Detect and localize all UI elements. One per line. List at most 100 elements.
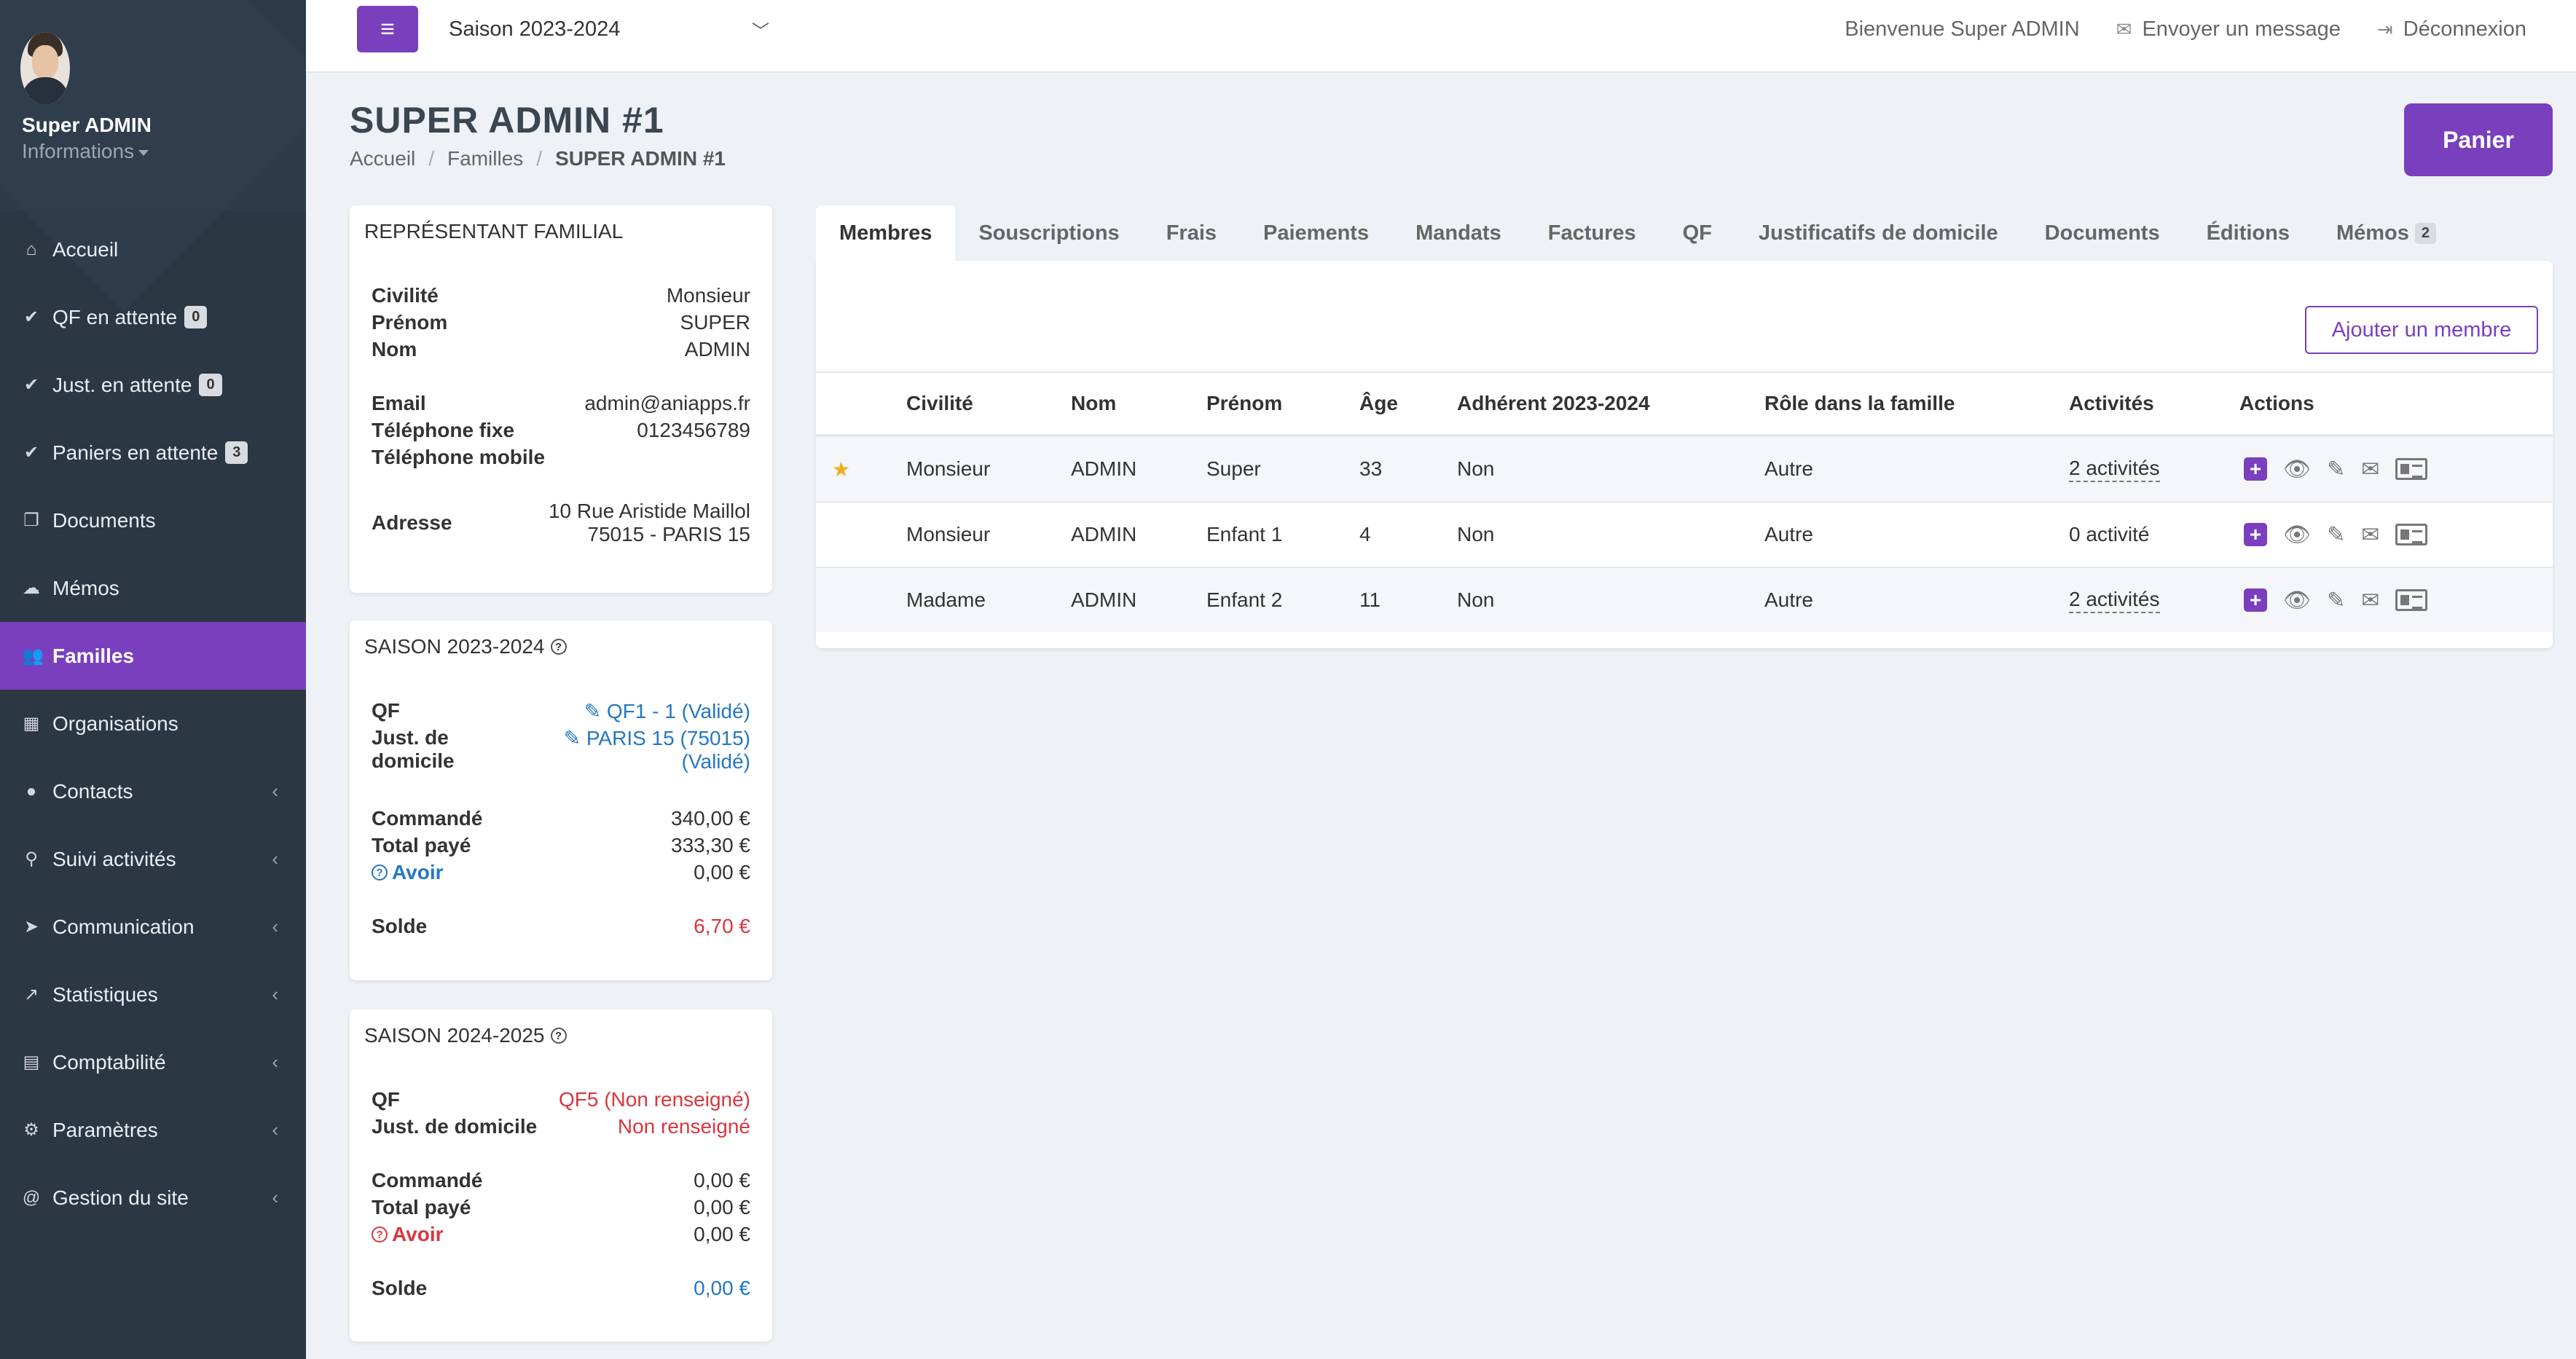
column-header: Activités [2069,392,2154,414]
info-row-adresse: Adresse 10 Rue Aristide Maillol 75015 - … [372,500,750,546]
avatar[interactable] [20,32,70,105]
sidebar-item-documents[interactable]: ❐ Documents [0,487,306,554]
help-icon[interactable]: ? [550,639,567,655]
info-row-commande: Commandé 0,00 € [372,1169,750,1192]
home-icon: ⌂ [25,239,37,259]
envelope-icon[interactable]: ✉ [2361,588,2379,613]
sidebar-nav: ⌂ Accueil ✔ QF en attente 0 ✔ Just. en a… [0,216,306,1232]
plus-icon[interactable]: + [2244,523,2267,546]
cell-age: 11 [1359,588,1381,611]
tab-frais[interactable]: Frais [1143,205,1240,261]
tab-bar: Membres Souscriptions Frais Paiements Ma… [816,205,2459,261]
tab-editions[interactable]: Éditions [2183,205,2313,261]
just-domicile-link[interactable]: ✎ PARIS 15 (75015) (Validé) [564,726,750,773]
tab-paiements[interactable]: Paiements [1240,205,1392,261]
sidebar-item-contacts[interactable]: ● Contacts ‹ [0,757,306,825]
sidebar-item-comptabilite[interactable]: ▤ Comptabilité ‹ [0,1028,306,1096]
value: ADMIN [684,338,750,361]
info-row-qf: QF QF5 (Non renseigné) [372,1088,750,1111]
bicycle-icon: ⚲ [25,849,38,869]
chart-icon: ↗ [23,985,39,1004]
value: 10 Rue Aristide Maillol 75015 - PARIS 15 [549,500,750,546]
card-title-text: SAISON 2024-2025 [364,1024,545,1047]
chevron-left-icon: ‹ [272,1186,278,1208]
sidebar-item-memos[interactable]: ☁ Mémos [0,554,306,622]
value: Non renseigné [617,1115,750,1138]
sidebar-item-statistiques[interactable]: ↗ Statistiques ‹ [0,961,306,1028]
tab-qf[interactable]: QF [1660,205,1735,261]
activities-link[interactable]: 2 activités [2069,568,2160,632]
tab-souscriptions[interactable]: Souscriptions [955,205,1142,261]
sidebar-item-qf-en-attente[interactable]: ✔ QF en attente 0 [0,283,306,351]
avoir-link[interactable]: ? Avoir [372,861,444,884]
table-row: Madame ADMIN Enfant 2 11 Non Autre 2 act… [816,567,2553,632]
pencil-icon[interactable]: ✎ [2327,457,2345,482]
avoir-link[interactable]: ? Avoir [372,1223,444,1246]
sidebar-item-suivi-activites[interactable]: ⚲ Suivi activités ‹ [0,825,306,893]
plus-icon[interactable]: + [2244,588,2267,612]
sidebar-item-communication[interactable]: ➤ Communication ‹ [0,893,306,961]
activities-link[interactable]: 2 activités [2069,437,2160,501]
help-icon[interactable]: ? [550,1028,567,1044]
profile-info-dropdown[interactable]: Informations [22,140,149,163]
sidebar-item-accueil[interactable]: ⌂ Accueil [0,216,306,283]
chevron-down-icon: ﹀ [752,21,769,42]
breadcrumb-home[interactable]: Accueil [350,147,415,170]
menu-toggle-button[interactable]: ≡ [357,6,418,52]
info-row-just-domicile: Just. de domicile ✎ PARIS 15 (75015) (Va… [372,726,750,773]
breadcrumb-familles[interactable]: Familles [447,147,523,170]
eye-icon[interactable]: 👁 [2283,522,2311,548]
hamburger-icon: ≡ [380,15,395,43]
tab-justificatifs[interactable]: Justificatifs de domicile [1735,205,2022,261]
plus-icon[interactable]: + [2244,457,2267,481]
envelope-icon[interactable]: ✉ [2361,457,2379,482]
cart-button[interactable]: Panier [2404,103,2553,176]
sidebar-item-gestion-du-site[interactable]: @ Gestion du site ‹ [0,1164,306,1232]
sidebar: Super ADMIN Informations ⌂ Accueil ✔ QF … [0,0,306,1359]
send-message-link[interactable]: ✉ Envoyer un message [2116,17,2341,42]
add-member-button[interactable]: Ajouter un membre [2305,306,2538,354]
label: Civilité [372,284,439,307]
season-select[interactable]: Saison 2023-2024 ﹀ [449,6,769,52]
pencil-icon[interactable]: ✎ [2327,522,2345,548]
value: 0123456789 [637,419,750,441]
label: Téléphone fixe [372,419,515,441]
profile-name: Super ADMIN [22,114,152,136]
sidebar-item-label: Communication [52,915,195,938]
id-card-icon[interactable] [2395,458,2428,480]
row-actions: + 👁 ✎ ✉ [2244,568,2428,632]
id-card-icon[interactable] [2395,589,2428,611]
comments-icon: ☁ [23,578,40,598]
sidebar-item-parametres[interactable]: ⚙ Paramètres ‹ [0,1096,306,1164]
label: Commandé [372,1169,483,1191]
help-icon: ? [372,864,388,881]
sidebar-item-label: Contacts [52,779,133,803]
logout-label: Déconnexion [2403,17,2526,41]
sidebar-item-paniers-en-attente[interactable]: ✔ Paniers en attente 3 [0,419,306,487]
address-line: 75015 - PARIS 15 [587,523,750,545]
sidebar-item-organisations[interactable]: ▦ Organisations [0,690,306,757]
info-row-prenom: Prénom SUPER [372,311,750,334]
id-card-icon[interactable] [2395,524,2428,545]
tab-factures[interactable]: Factures [1525,205,1660,261]
tab-membres[interactable]: Membres [816,205,956,261]
tab-mandats[interactable]: Mandats [1392,205,1525,261]
pencil-icon[interactable]: ✎ [2327,588,2345,613]
tab-memos[interactable]: Mémos 2 [2313,205,2459,261]
table-header: Civilité Nom Prénom Âge Adhérent 2023-20… [816,371,2553,436]
cell-age: 4 [1359,523,1371,545]
envelope-icon[interactable]: ✉ [2361,522,2379,548]
breadcrumb: Accueil / Familles / SUPER ADMIN #1 [350,147,726,170]
value: QF1 - 1 (Validé) [606,700,750,722]
qf-link[interactable]: ✎ QF1 - 1 (Validé) [584,699,750,723]
eye-icon[interactable]: 👁 [2283,588,2311,613]
info-row-total-paye: Total payé 0,00 € [372,1196,750,1219]
members-table: Civilité Nom Prénom Âge Adhérent 2023-20… [816,371,2553,632]
info-row-civilite: Civilité Monsieur [372,284,750,307]
eye-icon[interactable]: 👁 [2283,457,2311,482]
tab-documents[interactable]: Documents [2022,205,2183,261]
logout-link[interactable]: ⇥ Déconnexion [2377,17,2526,42]
sidebar-item-familles[interactable]: 👥 Familles [0,622,306,690]
sidebar-item-just-en-attente[interactable]: ✔ Just. en attente 0 [0,351,306,419]
card-title: REPRÉSENTANT FAMILIAL [364,220,624,243]
